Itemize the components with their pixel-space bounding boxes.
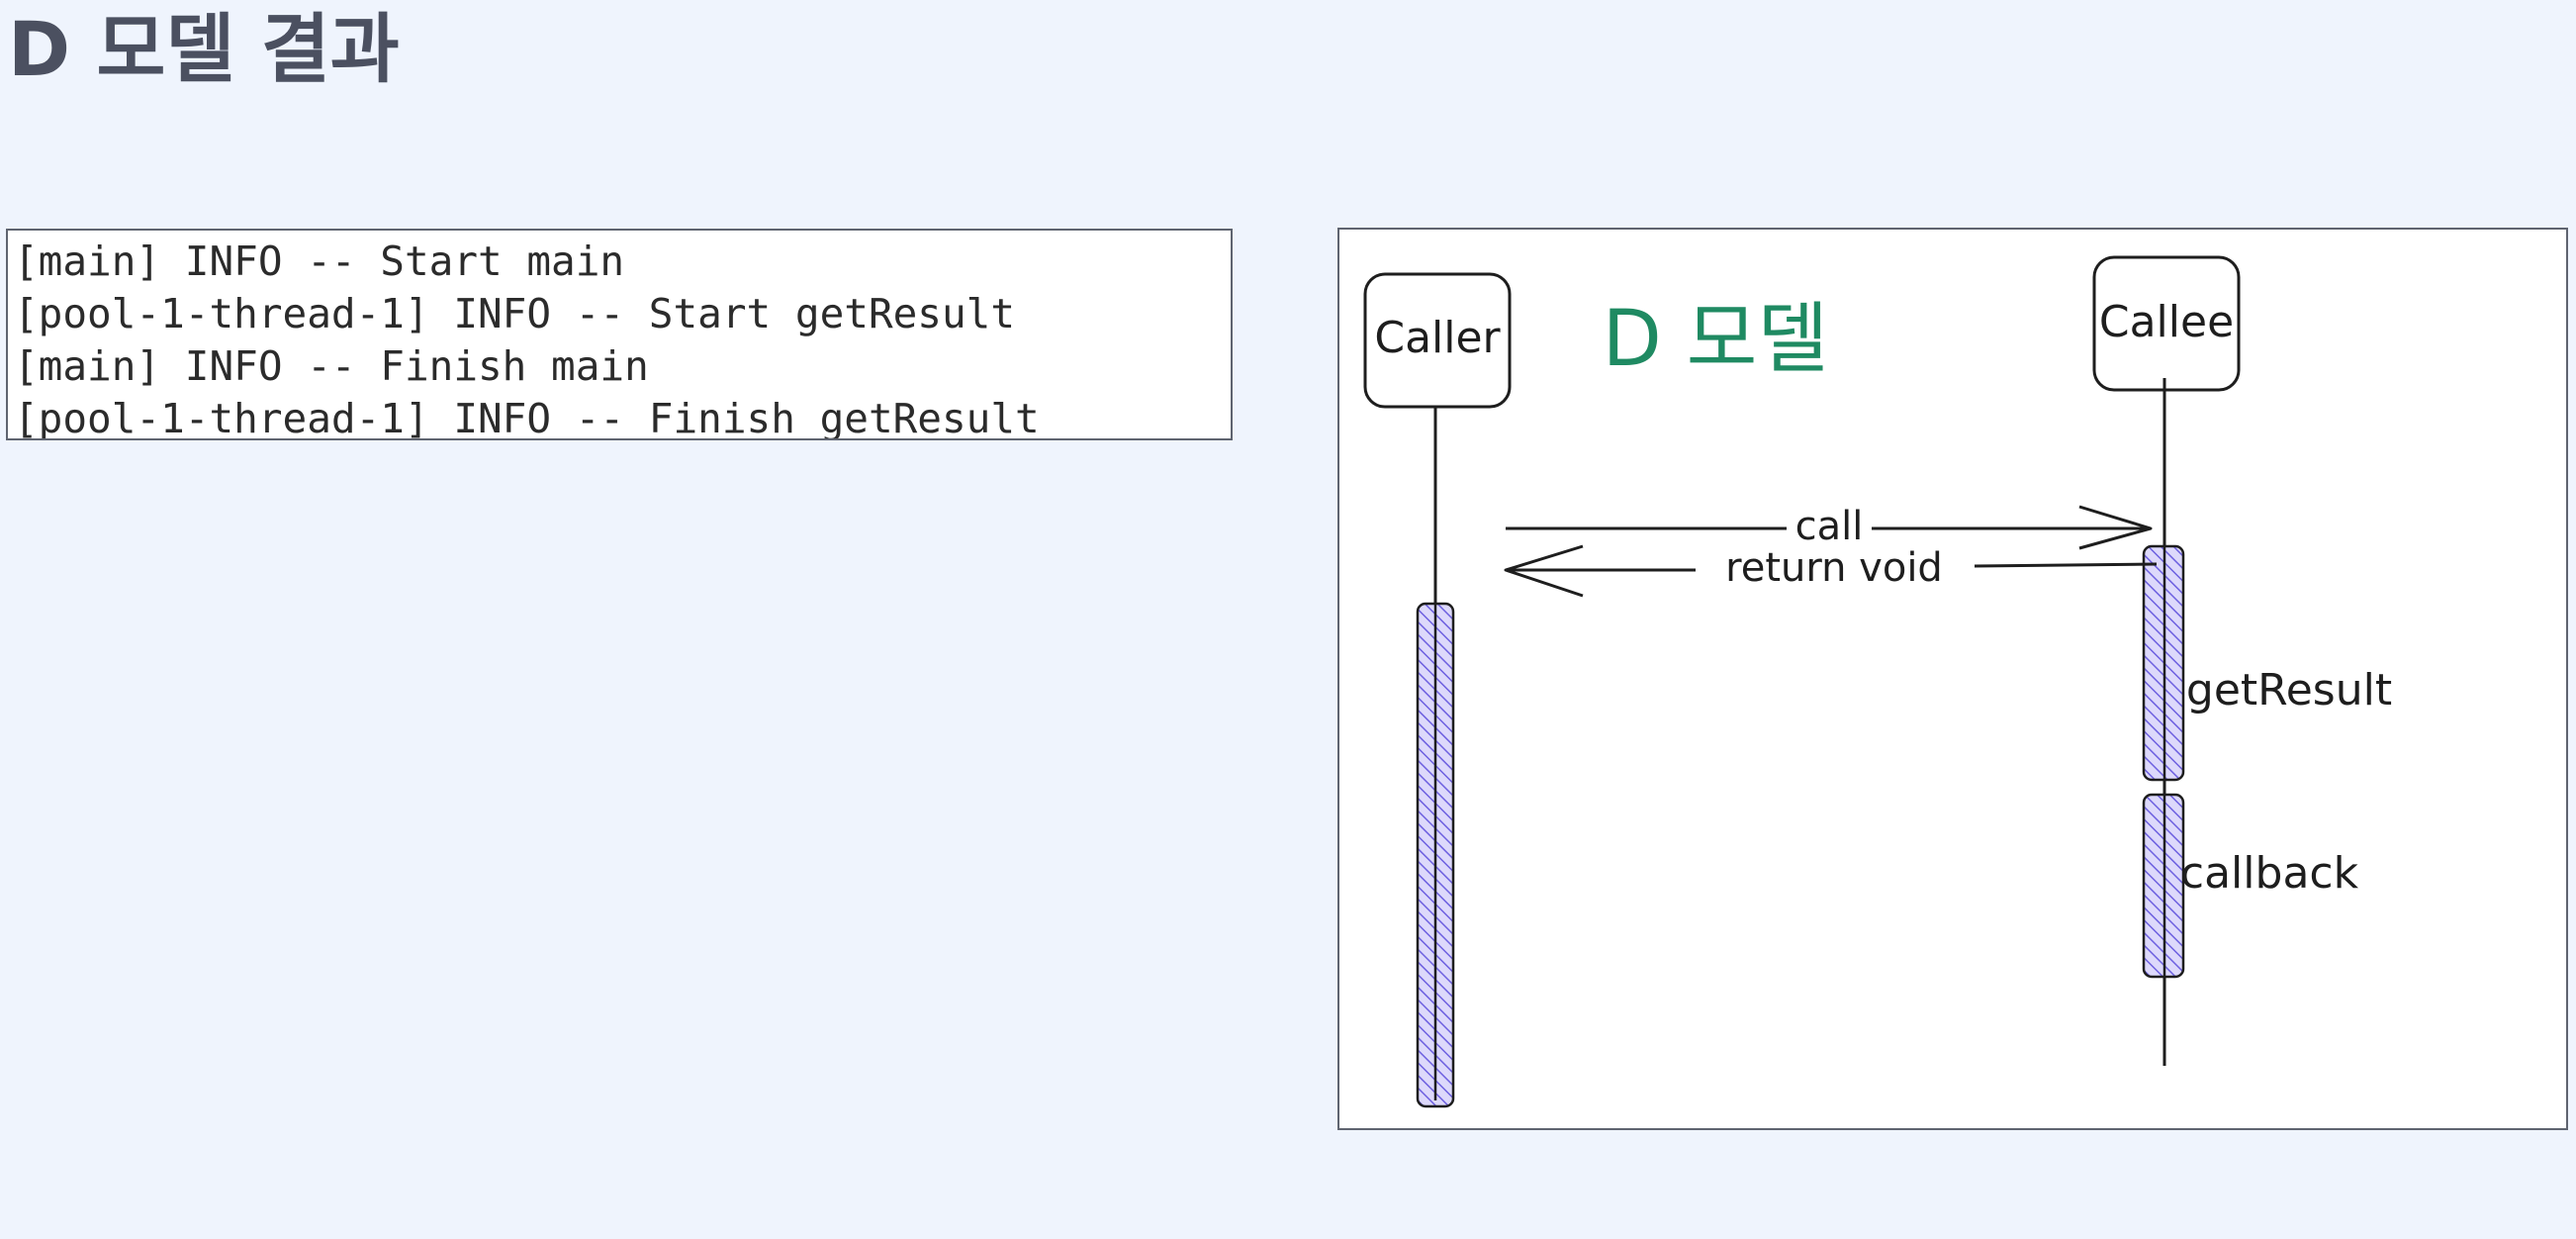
page-title: D 모델 결과 (8, 5, 400, 93)
return-message-label: return void (1725, 545, 1943, 591)
callee-participant-label: Callee (2099, 297, 2234, 347)
return-arrow-line-right (1974, 562, 2158, 568)
log-output-panel: [main] INFO -- Start main [pool-1-thread… (6, 229, 1233, 440)
diagram-title: D 모델 (1603, 295, 1828, 384)
getresult-activation-label: getResult (2186, 665, 2392, 715)
log-line: [main] INFO -- Finish main (14, 342, 649, 390)
caller-participant-label: Caller (1374, 313, 1501, 363)
log-line: [pool-1-thread-1] INFO -- Start getResul… (14, 290, 1016, 337)
sequence-diagram: Caller Callee D 모델 call return void getR… (1337, 228, 2568, 1130)
log-line: [main] INFO -- Start main (14, 238, 625, 285)
call-message-label: call (1795, 504, 1864, 549)
sequence-diagram-canvas: Caller Callee D 모델 call return void getR… (1363, 255, 2392, 1108)
callback-activation-label: callback (2180, 848, 2359, 899)
log-line: [pool-1-thread-1] INFO -- Finish getResu… (14, 395, 1040, 440)
